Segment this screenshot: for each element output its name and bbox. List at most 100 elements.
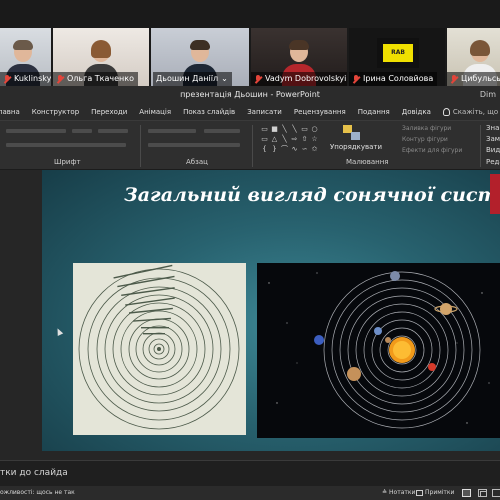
participant-avatar-logo: RAB	[377, 38, 419, 68]
find-button[interactable]: Знай	[486, 124, 500, 132]
arrange-label: Упорядкувати	[330, 143, 383, 151]
status-bar: ожливості: щось не так ≙ Нотатки Примітки	[0, 486, 500, 500]
notes-pane[interactable]: тки до слайда	[0, 460, 500, 486]
solar-system-image[interactable]	[257, 263, 500, 438]
account-name[interactable]: Dim	[480, 86, 496, 104]
shape-rectangle-filled-icon[interactable]: ■	[270, 125, 279, 134]
comments-icon	[416, 490, 423, 496]
participant-tile-tsybulska[interactable]: Цибульськ	[447, 28, 500, 86]
mars-icon	[428, 363, 436, 371]
mic-off-icon	[3, 74, 11, 84]
geocentric-model-image[interactable]	[73, 263, 246, 435]
participants-strip: Kuklinskyi Ольга Ткаченко Дьошин Даніїл ⌄…	[0, 0, 500, 86]
shape-arrow-icon[interactable]: ⇧	[300, 135, 309, 144]
shape-star-icon[interactable]: ☆	[310, 135, 319, 144]
shape-outline-button[interactable]: Контур фігури	[402, 136, 448, 143]
tab-home[interactable]: лавна	[0, 104, 20, 120]
shape-line-icon[interactable]: ╲	[280, 135, 289, 144]
mic-off-icon	[352, 74, 360, 84]
font-size-box[interactable]	[72, 129, 92, 133]
notes-icon: ≙	[382, 489, 388, 496]
jupiter-icon	[347, 367, 361, 381]
notes-button-label: Нотатки	[389, 489, 416, 496]
tab-design[interactable]: Конструктор	[32, 104, 79, 120]
shape-arc-icon[interactable]: ⌒	[280, 145, 289, 154]
select-button[interactable]: Виді	[486, 146, 500, 154]
shape-oval-icon[interactable]: ○	[310, 125, 319, 134]
notes-toggle-button[interactable]: ≙ Нотатки	[382, 486, 415, 500]
ribbon-toolbar: Шрифт Абзац ▭ ■ ╲ ╲ ▭ ○ ▭ △ ╲ ⇨ ⇧ ☆ { } …	[0, 120, 500, 170]
list-buttons[interactable]	[148, 129, 196, 133]
shape-line-icon[interactable]: ╲	[290, 125, 299, 134]
participant-tile-iryna[interactable]: RAB Ірина Соловйова	[349, 28, 445, 86]
tab-animations[interactable]: Анімація	[139, 104, 171, 120]
participant-name-bar: Ірина Соловйова	[349, 72, 438, 86]
venus-icon	[374, 327, 382, 335]
accessibility-status[interactable]: ожливості: щось не так	[0, 486, 75, 500]
tell-me-search[interactable]: Скажіть, що потрібно зробити	[442, 108, 500, 116]
shape-star-icon[interactable]: ✩	[310, 145, 319, 154]
comments-button-label: Примітки	[425, 489, 455, 496]
participant-name-bar: Ольга Ткаченко	[53, 72, 138, 86]
shape-rectangle-icon[interactable]: ▭	[300, 125, 309, 134]
tab-transitions[interactable]: Переходи	[91, 104, 127, 120]
font-size-buttons[interactable]	[98, 129, 128, 133]
participant-menu-chevron-icon[interactable]: ⌄	[221, 72, 228, 86]
shape-fill-button[interactable]: Заливка фігури	[402, 125, 451, 132]
comments-button[interactable]: Примітки	[416, 486, 454, 500]
mic-off-icon	[56, 74, 64, 84]
arrange-icon	[343, 125, 361, 141]
group-label-font: Шрифт	[54, 158, 81, 166]
mercury-icon	[385, 337, 391, 343]
group-divider	[480, 125, 481, 167]
participant-name-bar: Kuklinskyi	[0, 72, 51, 86]
reading-view-icon[interactable]	[492, 489, 500, 497]
shape-rectangle-icon[interactable]: ▭	[260, 135, 269, 144]
group-label-paragraph: Абзац	[186, 158, 208, 166]
tab-slide-show[interactable]: Показ слайдів	[183, 104, 235, 120]
lightbulb-icon	[442, 108, 450, 116]
shape-rectangle-icon[interactable]: ▭	[260, 125, 269, 134]
window-title-bar: презентація Дьошин - PowerPoint Dim	[0, 86, 500, 104]
shape-bracket-icon[interactable]: {	[260, 145, 269, 154]
indent-buttons[interactable]	[204, 129, 240, 133]
tab-help[interactable]: Довідка	[402, 104, 431, 120]
participant-name-bar: Vadym Dobrovolskyi	[251, 72, 347, 86]
tab-review[interactable]: Рецензування	[294, 104, 346, 120]
arrange-button[interactable]: Упорядкувати	[330, 125, 382, 157]
slide-canvas[interactable]: Загальний вигляд сонячної системи	[42, 170, 500, 451]
slide-title[interactable]: Загальний вигляд сонячної системи	[124, 184, 500, 206]
avatar-logo-text: RAB	[383, 44, 413, 62]
shape-effects-button[interactable]: Ефекти для фігури	[402, 147, 462, 154]
geocentric-diagram	[78, 264, 240, 430]
slide-sorter-icon[interactable]	[478, 489, 487, 497]
tab-view[interactable]: Подання	[358, 104, 390, 120]
normal-view-icon[interactable]	[462, 489, 471, 497]
shape-curve-icon[interactable]: ∽	[300, 145, 309, 154]
participant-tile-active-speaker[interactable]: Дьошин Даніїл ⌄	[151, 28, 249, 86]
tell-me-text: Скажіть, що потрібно зробити	[452, 108, 500, 116]
font-format-buttons[interactable]	[6, 143, 126, 147]
mic-off-icon	[450, 74, 458, 84]
solar-system-diagram	[268, 271, 490, 429]
participant-tile-vadym[interactable]: Vadym Dobrovolskyi	[251, 28, 347, 86]
ribbon-tabs: лавна Конструктор Переходи Анімація Пока…	[0, 104, 500, 120]
mic-off-icon	[254, 74, 262, 84]
shape-arrow-icon[interactable]: ⇨	[290, 135, 299, 144]
shape-line-icon[interactable]: ╲	[280, 125, 289, 134]
font-name-box[interactable]	[6, 129, 66, 133]
participant-name-bar: Цибульськ	[447, 72, 500, 86]
replace-button[interactable]: Замі	[486, 135, 500, 143]
participant-tile-olha[interactable]: Ольга Ткаченко	[53, 28, 149, 86]
app-screen: Kuklinskyi Ольга Ткаченко Дьошин Даніїл ⌄…	[0, 0, 500, 500]
slide-accent-bar	[490, 174, 500, 214]
shape-triangle-icon[interactable]: △	[270, 135, 279, 144]
tab-record[interactable]: Записати	[247, 104, 282, 120]
shape-bracket-icon[interactable]: }	[270, 145, 279, 154]
shapes-gallery[interactable]: ▭ ■ ╲ ╲ ▭ ○ ▭ △ ╲ ⇨ ⇧ ☆ { } ⌒ ∿ ∽ ✩	[260, 125, 317, 155]
participant-name: Ірина Соловйова	[363, 74, 434, 83]
participant-tile-kuklinskyi[interactable]: Kuklinskyi	[0, 28, 51, 86]
shape-curve-icon[interactable]: ∿	[290, 145, 299, 154]
group-label-drawing: Малювання	[346, 158, 389, 166]
alignment-buttons[interactable]	[148, 143, 240, 147]
